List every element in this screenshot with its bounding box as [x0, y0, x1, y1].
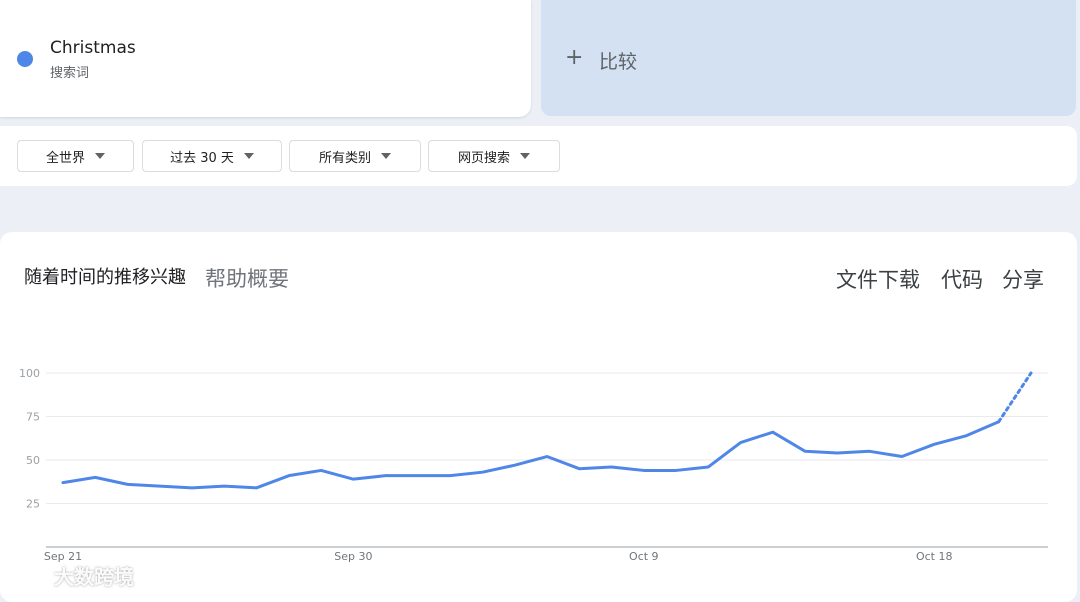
interest-over-time-card: 随着时间的推移兴趣 帮助概要 文件下载 代码 分享 25 50 75 100 Sep 2…	[0, 232, 1077, 602]
filter-time-dropdown[interactable]: 过去 30 天	[142, 140, 282, 172]
series-line-partial	[997, 371, 1033, 424]
caret-down-icon	[381, 153, 391, 159]
filter-region-label: 全世界	[45, 150, 85, 166]
filter-search-type-dropdown[interactable]: 网页搜索	[428, 140, 560, 172]
line-chart: 255075100Sep 21 Sep 30 Oct 9 Oct 18	[19, 367, 1048, 563]
watermark-text: 大数跨境	[54, 565, 134, 589]
y-tick-label: 50	[26, 454, 40, 467]
compare-button[interactable]: + 比较	[541, 0, 1076, 116]
caret-down-icon	[95, 153, 105, 159]
y-tick-label: 75	[26, 411, 40, 424]
search-term-type: 搜索词	[50, 66, 90, 81]
watermark-logo: 大数跨境	[8, 561, 134, 590]
series-line	[61, 420, 1001, 490]
caret-down-icon	[520, 153, 530, 159]
y-tick-label: 25	[26, 498, 40, 511]
x-tick-label: Sep 30	[334, 550, 372, 563]
x-tick-label: Oct 18	[916, 550, 953, 563]
search-term-card[interactable]: Christmas 搜索词	[0, 0, 531, 117]
watermark-icon	[10, 568, 47, 583]
x-tick-label: Oct 9	[629, 550, 659, 563]
search-term-name: Christmas	[50, 38, 136, 58]
plus-icon: +	[565, 45, 584, 70]
filter-category-dropdown[interactable]: 所有类别	[289, 140, 421, 172]
y-tick-label: 100	[19, 367, 40, 380]
filter-bar: 全世界 过去 30 天 所有类别 网页搜索	[0, 126, 1077, 186]
filter-region-dropdown[interactable]: 全世界	[17, 140, 134, 172]
compare-label: 比较	[599, 51, 638, 73]
filter-time-label: 过去 30 天	[170, 150, 234, 166]
series-color-dot	[17, 51, 33, 67]
filter-category-label: 所有类别	[318, 150, 371, 166]
filter-search-type-label: 网页搜索	[457, 150, 510, 166]
caret-down-icon	[243, 153, 254, 159]
